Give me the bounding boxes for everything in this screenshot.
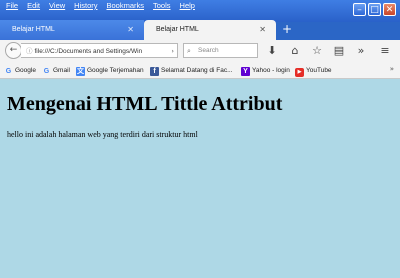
- back-button[interactable]: ←: [5, 42, 22, 59]
- bookmark-label: Yahoo - login: [252, 67, 290, 74]
- search-icon: ⌕: [187, 47, 191, 55]
- home-icon[interactable]: ⌂: [288, 43, 302, 58]
- navigation-toolbar: ← ⓘ file:///C:/Documents and Settings/Win…: [0, 40, 400, 62]
- page-content: Mengenai HTML Tittle Attribut hello ini …: [0, 79, 400, 278]
- hamburger-menu-icon[interactable]: ≡: [378, 43, 392, 58]
- bookmark-yahoo[interactable]: Y Yahoo - login: [241, 65, 290, 76]
- bookmark-youtube[interactable]: ▶ YouTube: [295, 65, 332, 77]
- page-heading: Mengenai HTML Tittle Attribut: [7, 93, 283, 115]
- overflow-menu-icon[interactable]: »: [354, 43, 368, 58]
- facebook-icon: f: [150, 67, 159, 76]
- yahoo-icon: Y: [241, 67, 250, 76]
- youtube-icon: ▶: [295, 68, 304, 77]
- search-input[interactable]: ⌕ Search: [183, 43, 258, 58]
- menu-history[interactable]: History: [74, 1, 97, 13]
- google-icon: G: [43, 68, 50, 75]
- bookmark-label: Gmail: [53, 67, 70, 74]
- bookmark-facebook[interactable]: f Selamat Datang di Fac...: [150, 65, 233, 76]
- url-bar[interactable]: ⓘ file:///C:/Documents and Settings/Win ›: [21, 43, 178, 58]
- close-tab-icon[interactable]: ✕: [127, 20, 134, 40]
- reading-list-icon[interactable]: ▤: [332, 43, 346, 58]
- bookmark-gmail[interactable]: G Gmail: [42, 65, 70, 76]
- close-window-button[interactable]: ✕: [383, 3, 396, 16]
- menu-help[interactable]: Help: [180, 1, 195, 13]
- tab-title: Belajar HTML: [12, 26, 55, 33]
- title-bar: File Edit View History Bookmarks Tools H…: [0, 0, 400, 22]
- bookmark-label: Google Terjemahan: [87, 67, 144, 74]
- menu-bookmarks[interactable]: Bookmarks: [107, 1, 145, 13]
- go-arrow-icon[interactable]: ›: [171, 44, 174, 57]
- tab-1[interactable]: Belajar HTML ✕: [0, 20, 144, 40]
- translate-icon: 文: [76, 67, 85, 76]
- google-icon: G: [5, 68, 12, 75]
- tab-title: Belajar HTML: [156, 26, 199, 33]
- page-info-icon[interactable]: ⓘ: [26, 47, 33, 55]
- maximize-button[interactable]: □: [368, 3, 381, 16]
- bookmark-label: Selamat Datang di Fac...: [161, 67, 233, 74]
- url-text: file:///C:/Documents and Settings/Win: [34, 48, 143, 55]
- page-paragraph: hello ini adalah halaman web yang terdir…: [7, 130, 198, 139]
- menu-view[interactable]: View: [49, 1, 65, 13]
- menu-file[interactable]: File: [6, 1, 18, 13]
- window-controls: – □ ✕: [353, 3, 396, 16]
- bookmark-label: YouTube: [306, 67, 332, 74]
- tab-2[interactable]: Belajar HTML ✕: [144, 20, 276, 40]
- bookmark-label: Google: [15, 67, 36, 74]
- new-tab-button[interactable]: +: [282, 20, 294, 40]
- bookmarks-toolbar: G Google G Gmail 文 Google Terjemahan f Selam…: [0, 62, 400, 79]
- bookmark-star-icon[interactable]: ☆: [310, 43, 324, 58]
- menu-edit[interactable]: Edit: [27, 1, 40, 13]
- menu-bar: File Edit View History Bookmarks Tools H…: [6, 1, 195, 13]
- search-placeholder: Search: [198, 47, 219, 54]
- tab-strip: Belajar HTML ✕ Belajar HTML ✕ +: [0, 20, 400, 40]
- more-bookmarks-icon[interactable]: »: [390, 65, 394, 73]
- bookmark-google[interactable]: G Google: [4, 65, 36, 76]
- close-tab-icon[interactable]: ✕: [259, 20, 266, 40]
- download-icon[interactable]: ⬇: [265, 43, 279, 58]
- bookmark-google-translate[interactable]: 文 Google Terjemahan: [76, 65, 144, 76]
- menu-tools[interactable]: Tools: [153, 1, 171, 13]
- minimize-button[interactable]: –: [353, 3, 366, 16]
